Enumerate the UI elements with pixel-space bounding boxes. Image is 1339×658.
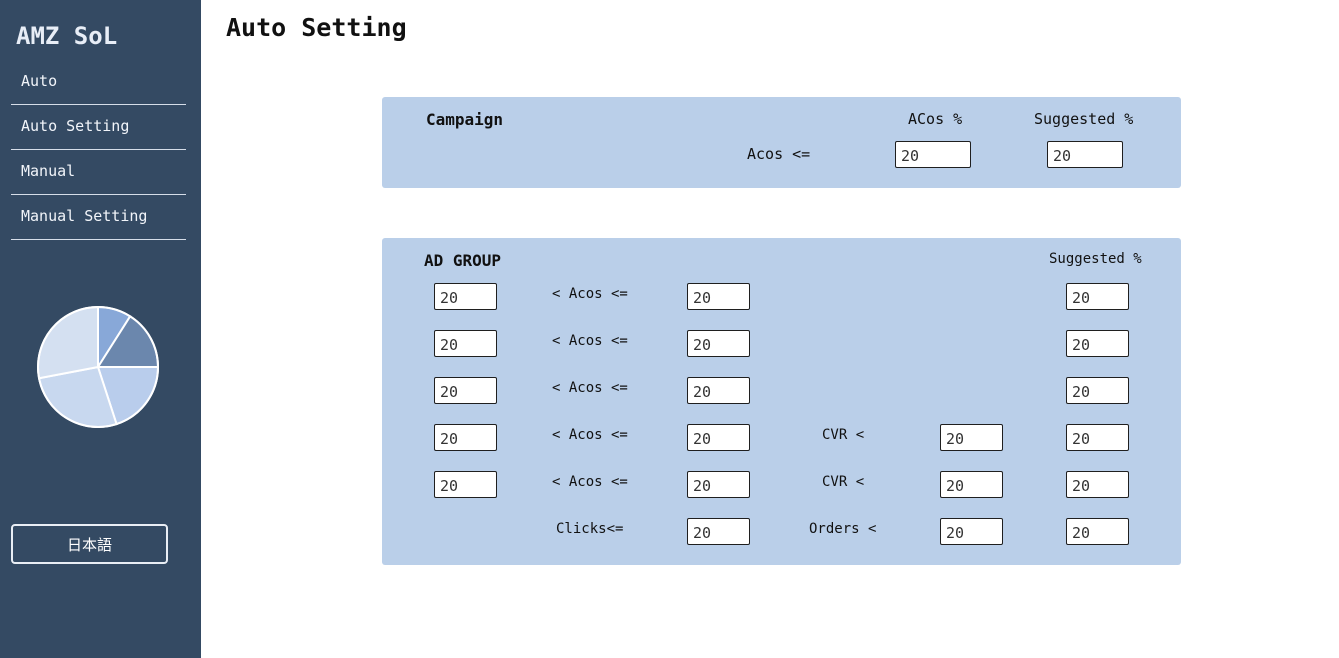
acos-range-label: < Acos <= xyxy=(552,380,628,396)
sidebar-item-auto[interactable]: Auto xyxy=(11,60,186,105)
sidebar-item-label: Manual Setting xyxy=(21,207,148,225)
brand-logo: AMZ SoL xyxy=(16,22,118,50)
sidebar-item-label: Auto Setting xyxy=(21,117,130,135)
sidebar-item-manual-setting[interactable]: Manual Setting xyxy=(11,195,186,240)
suggested-input[interactable] xyxy=(1066,424,1129,451)
acos-min-input[interactable] xyxy=(434,330,497,357)
sidebar-nav: Auto Auto Setting Manual Manual Setting xyxy=(11,60,186,240)
cvr-label: CVR < xyxy=(822,427,865,443)
suggested-column-header: Suggested % xyxy=(1034,110,1134,128)
acos-max-input[interactable] xyxy=(687,424,750,451)
campaign-panel: Campaign ACos % Suggested % Acos <= xyxy=(382,97,1181,188)
acos-column-header: ACos % xyxy=(908,110,963,128)
suggested-input[interactable] xyxy=(1066,377,1129,404)
acos-min-input[interactable] xyxy=(434,377,497,404)
orders-label: Orders < xyxy=(809,521,877,537)
suggested-input[interactable] xyxy=(1066,330,1129,357)
page-title: Auto Setting xyxy=(226,13,407,42)
acos-range-label: < Acos <= xyxy=(552,333,628,349)
sidebar-item-label: Manual xyxy=(21,162,76,180)
acos-max-input[interactable] xyxy=(687,377,750,404)
cvr-input[interactable] xyxy=(940,424,1003,451)
acos-max-input[interactable] xyxy=(687,471,750,498)
suggested-input[interactable] xyxy=(1066,283,1129,310)
suggested-column-header: Suggested % xyxy=(1049,251,1142,267)
acos-row-label: Acos <= xyxy=(747,145,811,163)
cvr-label: CVR < xyxy=(822,474,865,490)
suggested-input[interactable] xyxy=(1066,471,1129,498)
sidebar-item-label: Auto xyxy=(21,72,58,90)
sidebar-item-auto-setting[interactable]: Auto Setting xyxy=(11,105,186,150)
clicks-label: Clicks<= xyxy=(556,521,624,537)
acos-range-label: < Acos <= xyxy=(552,286,628,302)
clicks-input[interactable] xyxy=(687,518,750,545)
pie-chart-svg xyxy=(37,305,160,428)
campaign-acos-input[interactable] xyxy=(895,141,971,168)
pie-slice-5 xyxy=(37,305,99,380)
acos-min-input[interactable] xyxy=(434,471,497,498)
campaign-title: Campaign xyxy=(426,110,504,129)
acos-max-input[interactable] xyxy=(687,283,750,310)
pie-chart xyxy=(36,305,160,429)
acos-min-input[interactable] xyxy=(434,283,497,310)
acos-range-label: < Acos <= xyxy=(552,474,628,490)
acos-min-input[interactable] xyxy=(434,424,497,451)
acos-max-input[interactable] xyxy=(687,330,750,357)
sidebar-item-manual[interactable]: Manual xyxy=(11,150,186,195)
sidebar: AMZ SoL Auto Auto Setting Manual Manual … xyxy=(0,0,201,658)
orders-input[interactable] xyxy=(940,518,1003,545)
ad-group-panel: AD GROUP Suggested % < Acos <= < Acos <=… xyxy=(382,238,1181,565)
suggested-input[interactable] xyxy=(1066,518,1129,545)
language-button[interactable]: 日本語 xyxy=(11,524,168,564)
acos-range-label: < Acos <= xyxy=(552,427,628,443)
campaign-suggested-input[interactable] xyxy=(1047,141,1123,168)
cvr-input[interactable] xyxy=(940,471,1003,498)
ad-group-title: AD GROUP xyxy=(424,251,502,270)
